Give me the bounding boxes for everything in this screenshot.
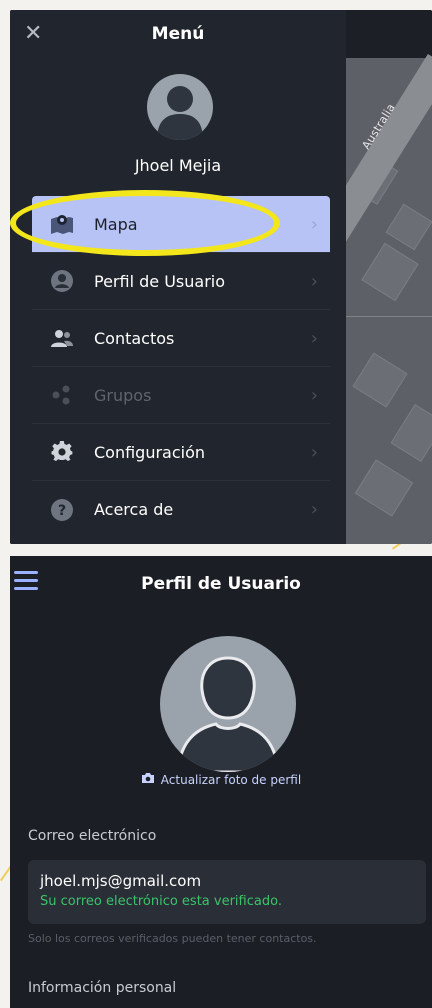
personal-info-section-label: Información personal	[28, 980, 177, 996]
user-name: Jhoel Mejia	[134, 156, 222, 175]
avatar	[147, 74, 213, 140]
menu-item-configuracion[interactable]: Configuración ›	[32, 424, 330, 481]
menu-item-label: Acerca de	[94, 500, 174, 519]
email-note: Solo los correos verificados pueden tene…	[28, 932, 317, 945]
contacts-icon	[50, 326, 74, 350]
menu-item-label: Contactos	[94, 328, 175, 348]
chevron-right-icon: ›	[310, 385, 318, 406]
menu-item-perfil-de-usuario[interactable]: Perfil de Usuario ›	[32, 253, 330, 310]
profile-avatar[interactable]	[160, 636, 296, 772]
gear-icon	[50, 440, 74, 464]
email-value: jhoel.mjs@gmail.com	[40, 872, 202, 890]
drawer-title: Menú	[151, 24, 205, 44]
groups-icon	[50, 383, 74, 407]
app-header: Perfil de Usuario	[10, 556, 432, 612]
menu-item-contactos[interactable]: Contactos ›	[32, 310, 330, 367]
chevron-right-icon: ›	[310, 328, 318, 349]
menu-item-acerca-de[interactable]: ? Acerca de ›	[32, 481, 330, 538]
menu-item-label: Configuración	[94, 442, 206, 462]
update-photo-label: Actualizar foto de perfil	[160, 772, 302, 787]
chevron-right-icon: ›	[310, 442, 318, 463]
email-verified-status: Su correo electrónico esta verificado.	[40, 894, 282, 909]
page-title: Perfil de Usuario	[141, 574, 301, 594]
menu-item-label: Grupos	[94, 385, 152, 405]
chevron-right-icon: ›	[310, 214, 318, 235]
email-card: jhoel.mjs@gmail.com Su correo electrónic…	[28, 860, 426, 924]
svg-text:?: ?	[58, 503, 66, 519]
user-circle-icon	[50, 269, 74, 293]
navigation-drawer: ✕ Menú Jhoel Mejia Mapa › Perfil de Usua…	[10, 10, 346, 544]
camera-icon	[141, 772, 155, 787]
profile-screenshot: Perfil de Usuario Actualizar foto de per…	[10, 556, 432, 1008]
menu-item-label: Perfil de Usuario	[94, 271, 225, 291]
map-top-bar	[346, 10, 432, 58]
help-icon: ?	[50, 498, 74, 522]
chevron-right-icon: ›	[310, 499, 318, 520]
highlight-annotation	[10, 190, 280, 256]
update-photo-button[interactable]: Actualizar foto de perfil	[10, 772, 432, 787]
map-road-line	[346, 316, 432, 317]
menu-item-grupos[interactable]: Grupos ›	[32, 367, 330, 424]
menu-screenshot: Australia ✕ Menú Jhoel Mejia Mapa › Perf…	[10, 10, 432, 544]
chevron-right-icon: ›	[310, 271, 318, 292]
email-section-label: Correo electrónico	[28, 828, 157, 844]
